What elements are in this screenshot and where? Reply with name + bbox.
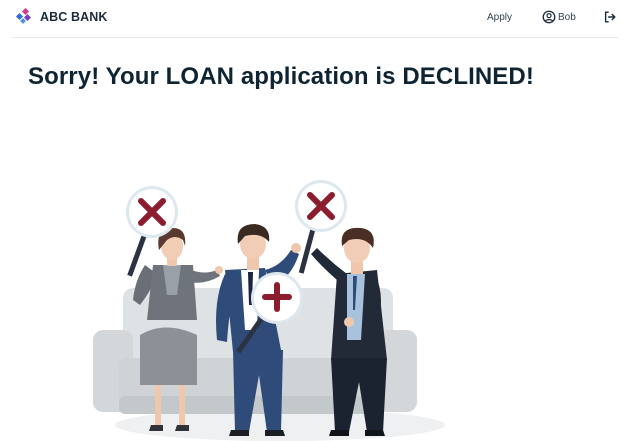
logout-button[interactable] xyxy=(603,10,617,24)
logout-icon xyxy=(604,11,616,23)
nav-user-menu[interactable]: Bob xyxy=(542,10,576,24)
declined-illustration xyxy=(93,180,445,441)
left-x-sign xyxy=(126,186,178,238)
brand-name: ABC BANK xyxy=(40,10,108,24)
top-navbar: ABC BANK Apply Bob xyxy=(0,0,623,38)
right-x-sign xyxy=(295,180,347,232)
diamond-cluster-logo-icon xyxy=(15,8,32,24)
brand-link[interactable]: ABC BANK xyxy=(14,8,107,26)
page-title: Sorry! Your LOAN application is DECLINED… xyxy=(28,63,534,90)
user-circle-icon xyxy=(542,10,556,24)
nav-apply-link[interactable]: Apply xyxy=(487,12,512,23)
navbar-divider xyxy=(12,37,618,38)
nav-user-name: Bob xyxy=(558,11,576,23)
